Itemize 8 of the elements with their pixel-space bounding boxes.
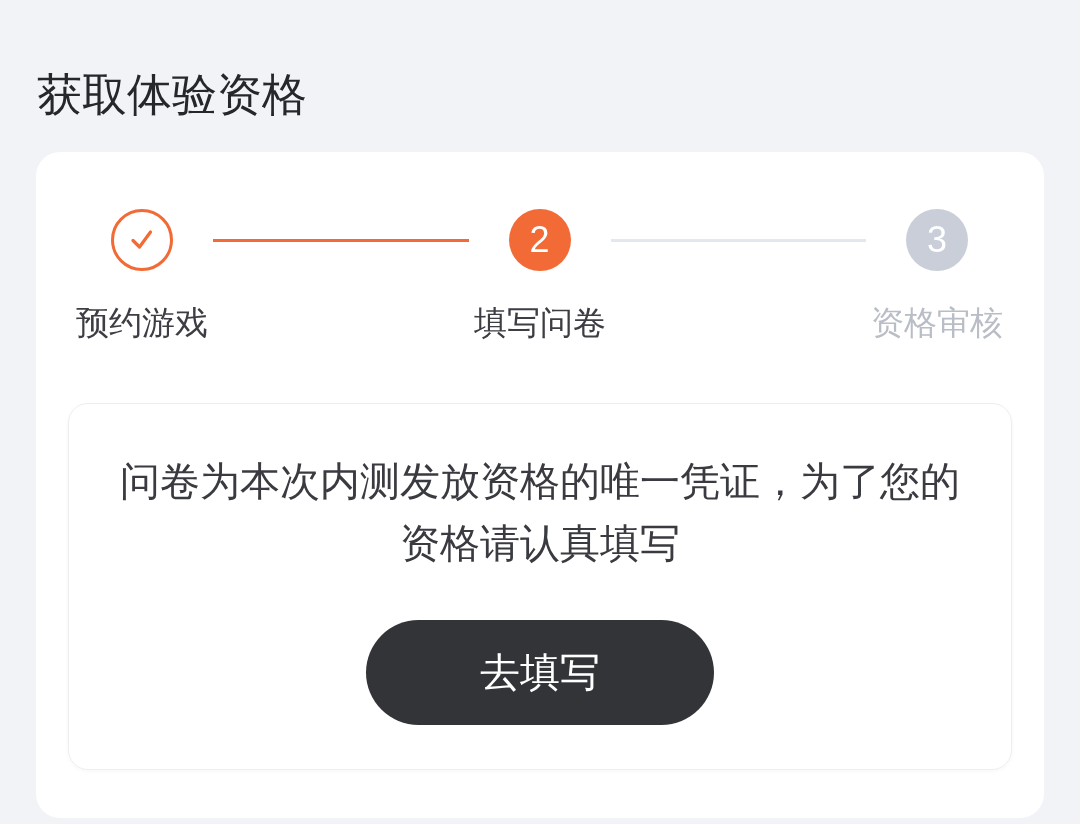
step-label: 资格审核 — [871, 303, 1003, 343]
fill-in-button[interactable]: 去填写 — [366, 620, 714, 725]
step-label: 预约游戏 — [76, 303, 208, 343]
notice-text: 问卷为本次内测发放资格的唯一凭证，为了您的资格请认真填写 — [119, 458, 961, 567]
page-title: 获取体验资格 — [37, 68, 307, 122]
check-circle-icon — [111, 209, 173, 271]
step-number: 2 — [508, 209, 571, 271]
step-label: 填写问卷 — [473, 303, 606, 343]
